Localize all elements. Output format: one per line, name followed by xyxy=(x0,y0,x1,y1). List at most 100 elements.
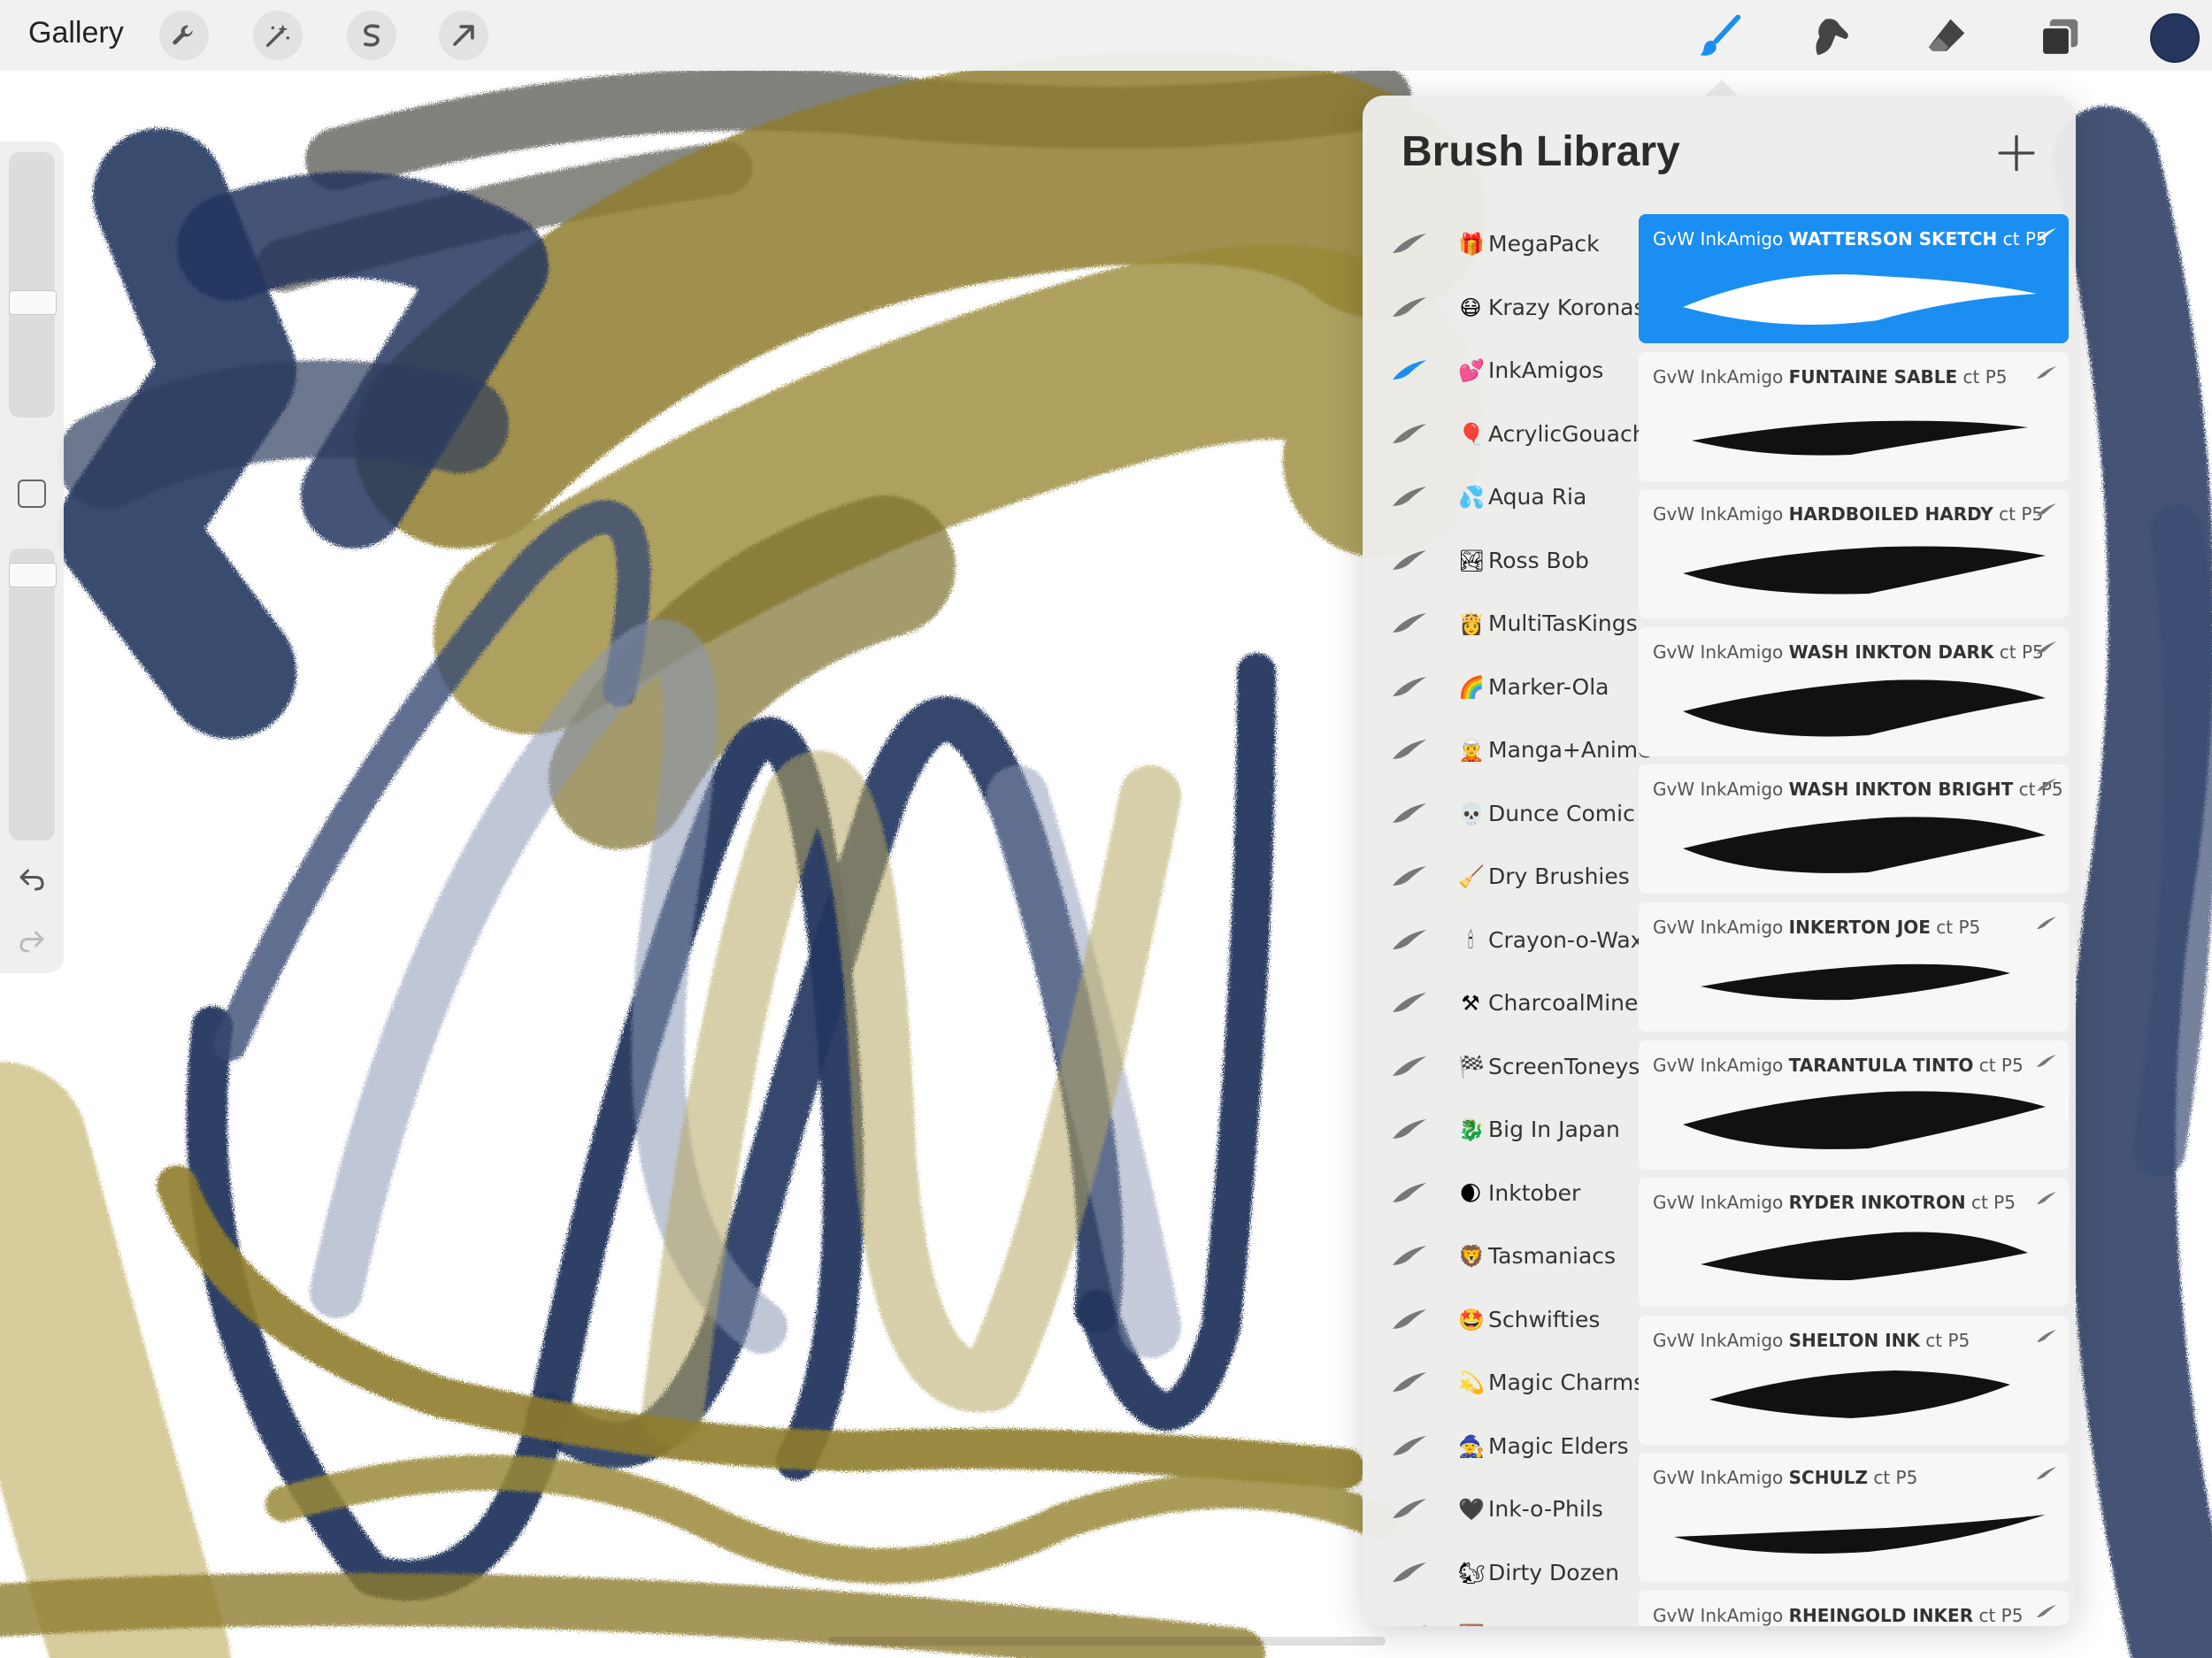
brush-set-item[interactable]: 🐿 Dirty Dozen xyxy=(1363,1543,1639,1607)
opacity-slider[interactable] xyxy=(9,549,55,841)
brush-stroke-preview xyxy=(1692,420,2028,456)
brush-stroke-preview xyxy=(1683,546,2046,595)
brush-set-item[interactable]: 🧙 Magic Elders xyxy=(1363,1416,1639,1480)
brush-set-item[interactable]: ⚒ CharcoalMine xyxy=(1363,973,1639,1037)
brush-type-icon xyxy=(2037,1329,2056,1342)
brush-set-icon xyxy=(1393,802,1426,823)
brush-set-emoji: 🌒 xyxy=(1459,1180,1482,1206)
brush-card[interactable]: GvW InkAmigo SCHULZ ct P5 xyxy=(1639,1453,2069,1583)
brush-set-item[interactable]: 🟫TexTurama xyxy=(1363,1606,1639,1626)
brush-set-icon xyxy=(1393,676,1426,696)
brush-set-label: Dry Brushies xyxy=(1488,864,1630,889)
brush-set-icon xyxy=(1393,423,1426,443)
brush-set-label: Manga+Anime xyxy=(1488,737,1652,763)
brush-size-thumb[interactable] xyxy=(9,290,57,315)
brush-card[interactable]: GvW InkAmigo WASH INKTON DARK ct P5 xyxy=(1639,626,2069,756)
brush-set-emoji: 🤩 xyxy=(1458,1307,1485,1332)
layers-button[interactable] xyxy=(2033,11,2086,64)
brush-set-label: MultiTasKings xyxy=(1488,610,1638,636)
brush-set-item[interactable]: 👸 MultiTasKings xyxy=(1363,594,1639,657)
brush-set-emoji: 🖤 xyxy=(1458,1497,1485,1522)
smudge-tool-button[interactable] xyxy=(1805,11,1858,64)
brush-card[interactable]: GvW InkAmigo WATTERSON SKETCH ct P5 xyxy=(1639,214,2069,343)
brush-set-icon xyxy=(1393,1309,1426,1329)
brush-set-item[interactable]: 🏁 ScreenToneys xyxy=(1363,1037,1640,1101)
gallery-button[interactable]: Gallery xyxy=(28,16,124,50)
brush-set-item[interactable]: 🤩 Schwifties xyxy=(1363,1290,1639,1354)
adjustments-button[interactable] xyxy=(253,11,303,60)
brush-stroke-preview xyxy=(1683,1090,2046,1149)
modify-button[interactable] xyxy=(18,480,46,508)
brush-set-item[interactable]: 🦁 Tasmaniacs xyxy=(1363,1226,1639,1290)
brush-set-label: CharcoalMine xyxy=(1488,990,1639,1016)
brush-set-item[interactable]: 🧹 Dry Brushies xyxy=(1363,847,1639,910)
brush-set-item[interactable]: 🎁 MegaPack xyxy=(1363,214,1639,278)
brush-set-icon xyxy=(1393,360,1426,380)
brush-set-icon xyxy=(1393,929,1426,949)
brush-card[interactable]: GvW InkAmigo TARANTULA TINTO ct P5 xyxy=(1639,1040,2069,1170)
brush-set-item[interactable]: 🎈 AcrylicGouache xyxy=(1363,404,1660,468)
redo-icon[interactable] xyxy=(16,925,48,956)
brush-set-icon xyxy=(1393,487,1426,506)
brush-card[interactable]: GvW InkAmigo FUNTAINE SABLE ct P5 xyxy=(1639,351,2069,481)
brush-type-icon xyxy=(2037,503,2056,517)
layers-icon xyxy=(2040,19,2078,57)
brush-card[interactable]: GvW InkAmigo RHEINGOLD INKER ct P5 xyxy=(1639,1590,2069,1626)
opacity-thumb[interactable] xyxy=(9,563,57,587)
brush-set-icon xyxy=(1393,234,1426,253)
brush-set-icon xyxy=(1393,1562,1426,1582)
brush-name: GvW InkAmigo RYDER INKOTRON ct P5 xyxy=(1653,1192,2016,1214)
brush-set-emoji: 🦁 xyxy=(1458,1244,1485,1269)
brush-library-panel: Brush Library 🎁 MegaPack 😷 Krazy Koronas 💕 In… xyxy=(1363,96,2076,1626)
brush-set-item[interactable]: 🏞 Ross Bob xyxy=(1363,531,1639,595)
brush-card[interactable]: GvW InkAmigo SHELTON INK ct P5 xyxy=(1639,1315,2069,1445)
brush-card[interactable]: GvW InkAmigo RYDER INKOTRON ct P5 xyxy=(1639,1178,2069,1308)
brush-set-label: Dirty Dozen xyxy=(1488,1559,1619,1585)
add-brush-button[interactable] xyxy=(1994,131,2039,175)
brush-name: GvW InkAmigo SHELTON INK ct P5 xyxy=(1653,1329,1970,1351)
brush-card[interactable]: GvW InkAmigo WASH INKTON BRIGHT ct P5 xyxy=(1639,764,2069,894)
actions-button[interactable] xyxy=(159,11,209,60)
brush-set-label: Magic Charms xyxy=(1488,1370,1646,1395)
brush-set-item[interactable]: 🌒 Inktober xyxy=(1363,1163,1639,1227)
brush-list: GvW InkAmigo WATTERSON SKETCH ct P5 GvW I… xyxy=(1639,214,2069,1626)
brush-stroke-preview xyxy=(1701,963,2010,1001)
home-indicator xyxy=(828,1637,1386,1646)
brush-set-item[interactable]: 🕯 Crayon-o-Wax xyxy=(1363,910,1643,974)
brush-set-label: AcrylicGouache xyxy=(1488,420,1660,447)
brush-size-slider[interactable] xyxy=(9,152,55,418)
brush-set-item[interactable]: 🌈 Marker-Ola xyxy=(1363,657,1639,721)
brush-set-item[interactable]: 😷 Krazy Koronas xyxy=(1363,278,1646,342)
paint-stroke xyxy=(2132,504,2212,1177)
brush-name: GvW InkAmigo WATTERSON SKETCH ct P5 xyxy=(1653,228,2047,249)
brush-set-emoji: 🎈 xyxy=(1458,421,1485,447)
brush-set-emoji: 💀 xyxy=(1458,801,1485,826)
transform-button[interactable] xyxy=(439,11,488,60)
brush-set-icon xyxy=(1393,549,1426,570)
brush-set-item[interactable]: 💦 Aqua Ria xyxy=(1363,467,1639,531)
color-picker-button[interactable] xyxy=(2150,13,2200,63)
brush-set-item[interactable]: 💀 Dunce Comic xyxy=(1363,784,1639,848)
brush-name: GvW InkAmigo FUNTAINE SABLE ct P5 xyxy=(1653,365,2008,388)
brush-set-icon xyxy=(1393,1055,1426,1076)
brush-set-item[interactable]: 🧝 Manga+Anime xyxy=(1363,720,1652,784)
brush-name: GvW InkAmigo WASH INKTON DARK ct P5 xyxy=(1653,641,2044,663)
brush-set-label: Big In Japan xyxy=(1488,1117,1620,1142)
selection-button[interactable] xyxy=(347,11,396,60)
brush-stroke-preview xyxy=(1683,679,2046,737)
undo-icon[interactable] xyxy=(16,863,48,894)
brush-set-item[interactable]: 💕 InkAmigos xyxy=(1363,341,1639,404)
brush-card[interactable]: GvW InkAmigo INKERTON JOE ct P5 xyxy=(1639,902,2069,1032)
eraser-tool-button[interactable] xyxy=(1920,11,1973,64)
brush-set-item[interactable]: 🖤 Ink-o-Phils xyxy=(1363,1479,1639,1543)
brush-set-label: Ink-o-Phils xyxy=(1488,1496,1603,1522)
brush-set-item[interactable]: 💫 Magic Charms xyxy=(1363,1353,1645,1416)
brush-set-list: 🎁 MegaPack 😷 Krazy Koronas 💕 InkAmigos 🎈 Acryli… xyxy=(1363,214,1660,1626)
brush-card[interactable]: GvW InkAmigo HARDBOILED HARDY ct P5 xyxy=(1639,489,2069,619)
brush-set-emoji: 🟫 xyxy=(1458,1623,1485,1626)
brush-type-icon xyxy=(2037,641,2056,654)
brush-set-icon xyxy=(1393,1372,1426,1392)
brush-tool-button[interactable] xyxy=(1694,11,1747,64)
brush-set-item[interactable]: 🐉 Big In Japan xyxy=(1363,1100,1639,1163)
brush-set-emoji: 🕯 xyxy=(1467,927,1474,953)
